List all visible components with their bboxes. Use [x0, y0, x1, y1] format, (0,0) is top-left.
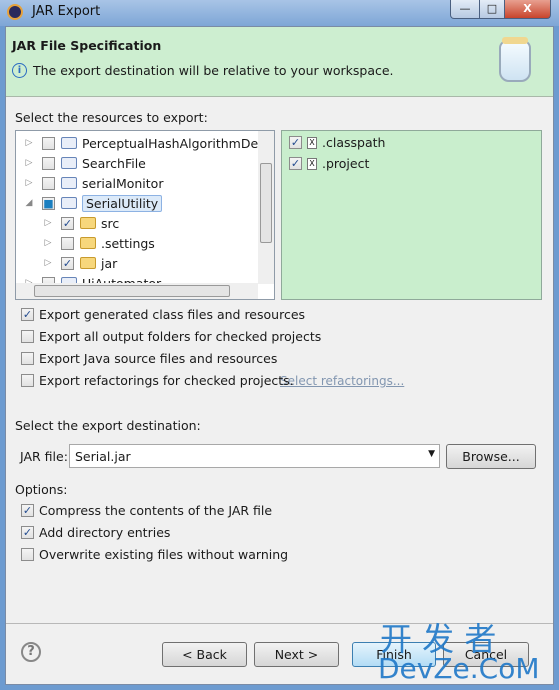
options-label: Options: — [15, 482, 68, 497]
export-option[interactable]: Export refactorings for checked projects… — [21, 373, 294, 388]
option-label: Export generated class files and resourc… — [39, 307, 306, 322]
collapsed-arrow-icon[interactable]: ▷ — [22, 158, 36, 168]
header-message: The export destination will be relative … — [33, 63, 394, 78]
checkbox[interactable]: ✓ — [21, 526, 34, 539]
jar-file-label: JAR file: — [20, 449, 68, 464]
option-label: Export all output folders for checked pr… — [39, 329, 322, 344]
tree-item[interactable]: ▷ ✓ src — [41, 213, 120, 233]
file-checkbox[interactable]: ✓ — [289, 136, 302, 149]
option-label: Export refactorings for checked projects… — [39, 373, 294, 388]
tree-item-label: SerialUtility — [82, 194, 163, 212]
file-label: .project — [322, 156, 370, 171]
tree-checkbox[interactable] — [42, 136, 55, 150]
tree-item[interactable]: ▷ ✓ jar — [41, 253, 118, 273]
jar-option[interactable]: ✓ Add directory entries — [21, 525, 170, 540]
expanded-arrow-icon[interactable]: ◢ — [22, 198, 36, 208]
scroll-thumb[interactable] — [34, 285, 230, 297]
tree-item[interactable]: ▷ SearchFile — [22, 153, 146, 173]
window-title: JAR Export — [32, 4, 101, 19]
checkbox[interactable] — [21, 352, 34, 365]
tree-item[interactable]: ▷ PerceptualHashAlgorithmDemo — [22, 133, 275, 153]
tree-checkbox[interactable] — [61, 236, 74, 250]
folder-icon — [80, 217, 96, 229]
tree-checkbox[interactable]: ✓ — [61, 216, 74, 230]
tree-item-label: src — [101, 215, 120, 231]
checkbox[interactable] — [21, 374, 34, 387]
info-icon: i — [12, 63, 27, 78]
checkbox[interactable]: ✓ — [21, 504, 34, 517]
tree-item-label: PerceptualHashAlgorithmDemo — [82, 135, 275, 151]
checkbox[interactable] — [21, 548, 34, 561]
jar-option[interactable]: ✓ Compress the contents of the JAR file — [21, 503, 272, 518]
tree-checkbox[interactable] — [42, 176, 55, 190]
tree-item-label: jar — [101, 255, 118, 271]
file-label: .classpath — [322, 135, 386, 150]
tree-item-label: .settings — [101, 235, 155, 251]
project-icon — [61, 197, 77, 209]
resources-label: Select the resources to export: — [15, 110, 208, 125]
project-icon — [61, 157, 77, 169]
collapsed-arrow-icon[interactable]: ▷ — [41, 218, 55, 228]
jar-lid-icon — [502, 37, 528, 44]
watermark-chinese: 开 发 者 — [380, 620, 497, 658]
export-option[interactable]: Export all output folders for checked pr… — [21, 329, 321, 344]
chevron-down-icon[interactable]: ▼ — [428, 449, 435, 459]
browse-button[interactable]: Browse... — [446, 444, 536, 469]
folder-icon — [80, 257, 96, 269]
export-option[interactable]: Export Java source files and resources — [21, 351, 277, 366]
next-button[interactable]: Next > — [254, 642, 339, 667]
eclipse-icon — [7, 4, 23, 20]
jar-icon — [499, 40, 531, 82]
jar-option[interactable]: Overwrite existing files without warning — [21, 547, 288, 562]
close-button[interactable]: X — [504, 0, 551, 19]
select-refactorings-link[interactable]: Select refactorings... — [280, 374, 404, 388]
file-item[interactable]: ✓ X .project — [289, 156, 369, 171]
collapsed-arrow-icon[interactable]: ▷ — [41, 258, 55, 268]
tree-checkbox[interactable]: ■ — [42, 196, 55, 210]
resource-tree[interactable]: ▷ PerceptualHashAlgorithmDemo ▷ SearchFile ▷… — [15, 130, 275, 300]
watermark-text: DevZe.CoM — [378, 652, 540, 685]
option-label: Overwrite existing files without warning — [39, 547, 289, 562]
file-icon: X — [307, 136, 317, 149]
folder-icon — [80, 237, 96, 249]
file-icon: X — [307, 157, 317, 170]
maximize-button[interactable]: □ — [479, 0, 505, 19]
file-checkbox[interactable]: ✓ — [289, 157, 302, 170]
option-label: Export Java source files and resources — [39, 351, 278, 366]
destination-label: Select the export destination: — [15, 418, 201, 433]
project-icon — [61, 177, 77, 189]
tree-checkbox[interactable]: ✓ — [61, 256, 74, 270]
page-title: JAR File Specification — [12, 38, 162, 53]
project-icon — [61, 137, 77, 149]
export-option[interactable]: ✓ Export generated class files and resour… — [21, 307, 305, 322]
tree-item[interactable]: ◢ ■ SerialUtility — [22, 193, 163, 213]
tree-item[interactable]: ▷ serialMonitor — [22, 173, 164, 193]
tree-vertical-scrollbar[interactable] — [258, 131, 274, 284]
scroll-thumb[interactable] — [260, 163, 272, 243]
checkbox[interactable]: ✓ — [21, 308, 34, 321]
collapsed-arrow-icon[interactable]: ▷ — [22, 138, 36, 148]
tree-item-label: SearchFile — [82, 155, 146, 171]
minimize-button[interactable]: — — [450, 0, 480, 19]
tree-checkbox[interactable] — [42, 156, 55, 170]
tree-horizontal-scrollbar[interactable] — [16, 283, 258, 299]
jar-file-value: Serial.jar — [75, 449, 131, 464]
collapsed-arrow-icon[interactable]: ▷ — [41, 238, 55, 248]
tree-item-label: serialMonitor — [82, 175, 164, 191]
option-label: Add directory entries — [39, 525, 171, 540]
checkbox[interactable] — [21, 330, 34, 343]
collapsed-arrow-icon[interactable]: ▷ — [22, 178, 36, 188]
file-list[interactable]: ✓ X .classpath ✓ X .project — [281, 130, 542, 300]
help-icon[interactable]: ? — [21, 642, 41, 662]
option-label: Compress the contents of the JAR file — [39, 503, 273, 518]
tree-item[interactable]: ▷ .settings — [41, 233, 155, 253]
file-item[interactable]: ✓ X .classpath — [289, 135, 385, 150]
back-button[interactable]: < Back — [162, 642, 247, 667]
jar-file-combo[interactable]: Serial.jar ▼ — [69, 444, 440, 468]
